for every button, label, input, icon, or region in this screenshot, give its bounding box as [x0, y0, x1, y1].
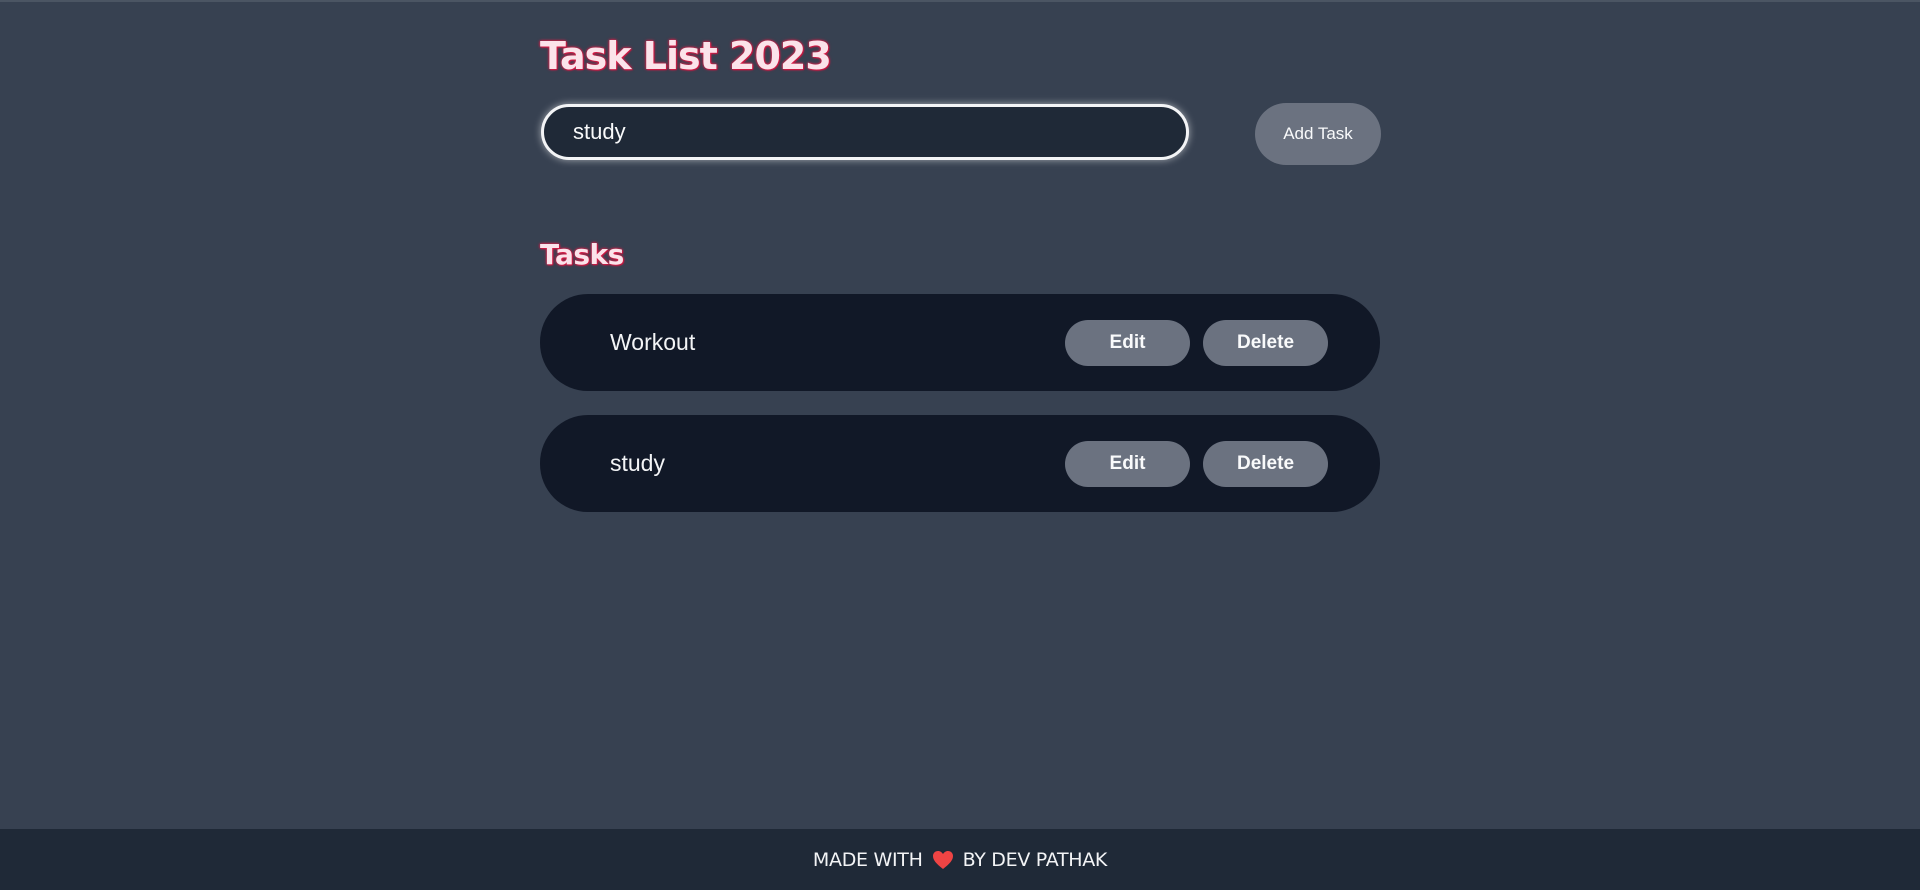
task-row: study Edit Delete [540, 415, 1380, 512]
task-list: Workout Edit Delete study Edit Delete [540, 294, 1380, 536]
tasks-heading: Tasks [540, 238, 624, 271]
task-name: study [610, 450, 665, 476]
top-border [0, 0, 1920, 2]
page-title: Task List 2023 [540, 34, 832, 78]
task-input[interactable] [541, 104, 1189, 160]
edit-button[interactable]: Edit [1065, 320, 1190, 366]
task-name: Workout [610, 329, 696, 355]
delete-button[interactable]: Delete [1203, 320, 1328, 366]
task-row: Workout Edit Delete [540, 294, 1380, 391]
footer-suffix: BY DEV PATHAK [962, 848, 1108, 871]
footer-prefix: MADE WITH [812, 848, 923, 871]
add-task-button[interactable]: Add Task [1255, 103, 1381, 165]
edit-button[interactable]: Edit [1065, 441, 1190, 487]
footer: MADE WITH BY DEV PATHAK [0, 829, 1920, 890]
delete-button[interactable]: Delete [1203, 441, 1328, 487]
heart-icon [932, 850, 954, 870]
